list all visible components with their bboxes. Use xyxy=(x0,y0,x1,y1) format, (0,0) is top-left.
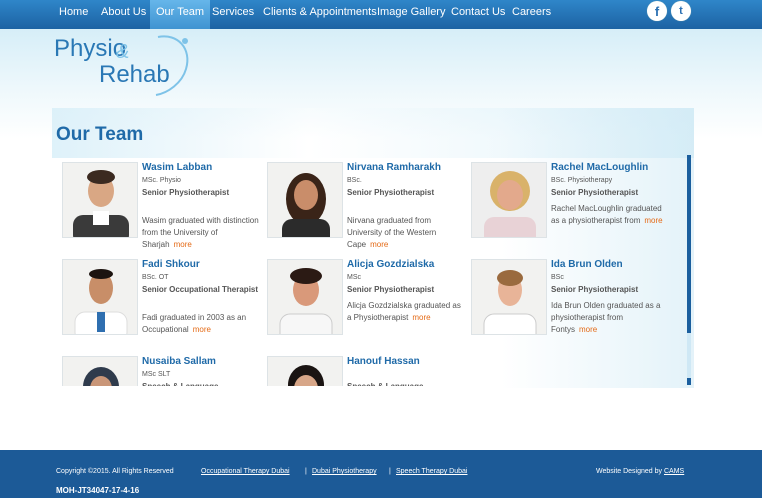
team-card[interactable]: Rachel MacLoughlin BSc. Physiotherapy Se… xyxy=(467,158,667,248)
more-link[interactable]: more xyxy=(644,216,662,225)
logo-swirl-icon xyxy=(155,35,189,96)
footer-link-physiotherapy[interactable]: Dubai Physiotherapy xyxy=(312,468,377,475)
nav-home[interactable]: Home xyxy=(59,0,88,29)
member-bio-text: Ida Brun Olden graduated as a physiother… xyxy=(551,301,661,334)
nav-about-us[interactable]: About Us xyxy=(101,0,146,29)
member-role: Speech & Language xyxy=(142,381,262,386)
profile-photo xyxy=(267,259,343,335)
member-name[interactable]: Wasim Labban xyxy=(142,162,212,173)
member-bio: Nirvana graduated from University of the… xyxy=(347,215,467,251)
designer-link[interactable]: CAMS xyxy=(664,468,684,475)
member-degree: BSc xyxy=(551,274,564,281)
more-link[interactable]: more xyxy=(193,325,211,334)
member-bio: Fadi graduated in 2003 as an Occupationa… xyxy=(142,312,262,336)
more-link[interactable]: more xyxy=(412,313,430,322)
team-card[interactable]: Ida Brun Olden BSc Senior Physiotherapis… xyxy=(467,255,667,345)
more-link[interactable]: more xyxy=(174,240,192,249)
member-bio: Ida Brun Olden graduated as a physiother… xyxy=(551,300,671,336)
team-card[interactable]: Nirvana Ramharakh BSc. Senior Physiother… xyxy=(263,158,463,249)
member-bio: Wasim graduated with distinction from th… xyxy=(142,215,262,251)
member-role: Senior Physiotherapist xyxy=(551,285,639,294)
footer-separator: | xyxy=(389,468,391,475)
site-logo[interactable]: Physio & Rehab xyxy=(52,35,192,101)
nav-image-gallery[interactable]: Image Gallery xyxy=(377,0,445,29)
member-bio-text: Nirvana graduated from University of the… xyxy=(347,216,437,249)
designed-by: Website Designed by CAMS xyxy=(596,468,684,475)
member-bio: Rachel MacLoughlin graduated as a physio… xyxy=(551,203,671,227)
moh-license: MOH-JT34047-17-4-16 xyxy=(56,486,140,495)
team-card[interactable]: Fadi Shkour BSc. OT Senior Occupational … xyxy=(58,255,258,345)
member-degree: MSc. Physio xyxy=(142,177,181,184)
member-degree: MSc SLT xyxy=(142,371,171,378)
member-role: Senior Occupational Therapist xyxy=(142,285,259,294)
profile-photo xyxy=(471,259,547,335)
scrollbar-thumb[interactable] xyxy=(687,155,691,333)
more-link[interactable]: more xyxy=(370,240,388,249)
team-card[interactable]: Alicja Gozdzialska MSc Senior Physiother… xyxy=(263,255,463,345)
nav-our-team[interactable]: Our Team xyxy=(150,0,211,29)
member-name[interactable]: Alicja Gozdzialska xyxy=(347,259,434,270)
nav-clients-appointments[interactable]: Clients & Appointments xyxy=(263,0,377,29)
member-name[interactable]: Ida Brun Olden xyxy=(551,259,623,270)
member-name[interactable]: Hanouf Hassan xyxy=(347,356,420,367)
profile-photo xyxy=(62,162,138,238)
member-role: Senior Physiotherapist xyxy=(142,188,230,197)
profile-photo xyxy=(267,162,343,238)
copyright-text: Copyright ©2015. All Rights Reserved xyxy=(56,468,174,475)
team-card[interactable]: Wasim Labban MSc. Physio Senior Physioth… xyxy=(58,158,259,249)
member-bio-text: Wasim graduated with distinction from th… xyxy=(142,216,259,249)
team-list: Wasim Labban MSc. Physio Senior Physioth… xyxy=(58,158,686,386)
footer-separator: | xyxy=(305,468,307,475)
member-degree: MSc xyxy=(347,274,361,281)
member-name[interactable]: Nusaiba Sallam xyxy=(142,356,216,367)
member-bio-text: Alicja Gozdzialska graduated as a Physio… xyxy=(347,301,461,322)
member-name[interactable]: Fadi Shkour xyxy=(142,259,200,270)
more-link[interactable]: more xyxy=(579,325,597,334)
member-role: Senior Physiotherapist xyxy=(347,285,435,294)
profile-photo xyxy=(471,162,547,238)
twitter-icon[interactable]: t xyxy=(671,1,691,21)
nav-contact-us[interactable]: Contact Us xyxy=(451,0,505,29)
member-role: Senior Physiotherapist xyxy=(551,188,639,197)
member-degree: BSc. OT xyxy=(142,274,169,281)
nav-services[interactable]: Services xyxy=(212,0,254,29)
member-degree: BSc. xyxy=(347,177,362,184)
footer-link-occupational-therapy[interactable]: Occupational Therapy Dubai xyxy=(201,468,290,475)
scrollbar-end xyxy=(687,378,691,385)
member-name[interactable]: Rachel MacLoughlin xyxy=(551,162,648,173)
profile-photo xyxy=(267,356,343,386)
team-card[interactable]: Hanouf Hassan Speech & Language xyxy=(263,352,463,386)
team-card[interactable]: Nusaiba Sallam MSc SLT Speech & Language xyxy=(58,352,258,386)
profile-photo xyxy=(62,356,138,386)
footer: Copyright ©2015. All Rights Reserved Occ… xyxy=(0,450,762,498)
member-role: Senior Physiotherapist xyxy=(347,188,435,197)
nav-careers[interactable]: Careers xyxy=(512,0,551,29)
member-name[interactable]: Nirvana Ramharakh xyxy=(347,162,441,173)
footer-link-speech-therapy[interactable]: Speech Therapy Dubai xyxy=(396,468,467,475)
member-role: Speech & Language xyxy=(347,381,467,386)
member-degree: BSc. Physiotherapy xyxy=(551,177,613,184)
designed-by-label: Website Designed by xyxy=(596,468,663,475)
member-bio: Alicja Gozdzialska graduated as a Physio… xyxy=(347,300,467,324)
page-title: Our Team xyxy=(56,124,144,145)
top-nav: Home About Us Our Team Services Clients … xyxy=(0,0,762,29)
facebook-icon[interactable]: f xyxy=(647,1,667,21)
profile-photo xyxy=(62,259,138,335)
